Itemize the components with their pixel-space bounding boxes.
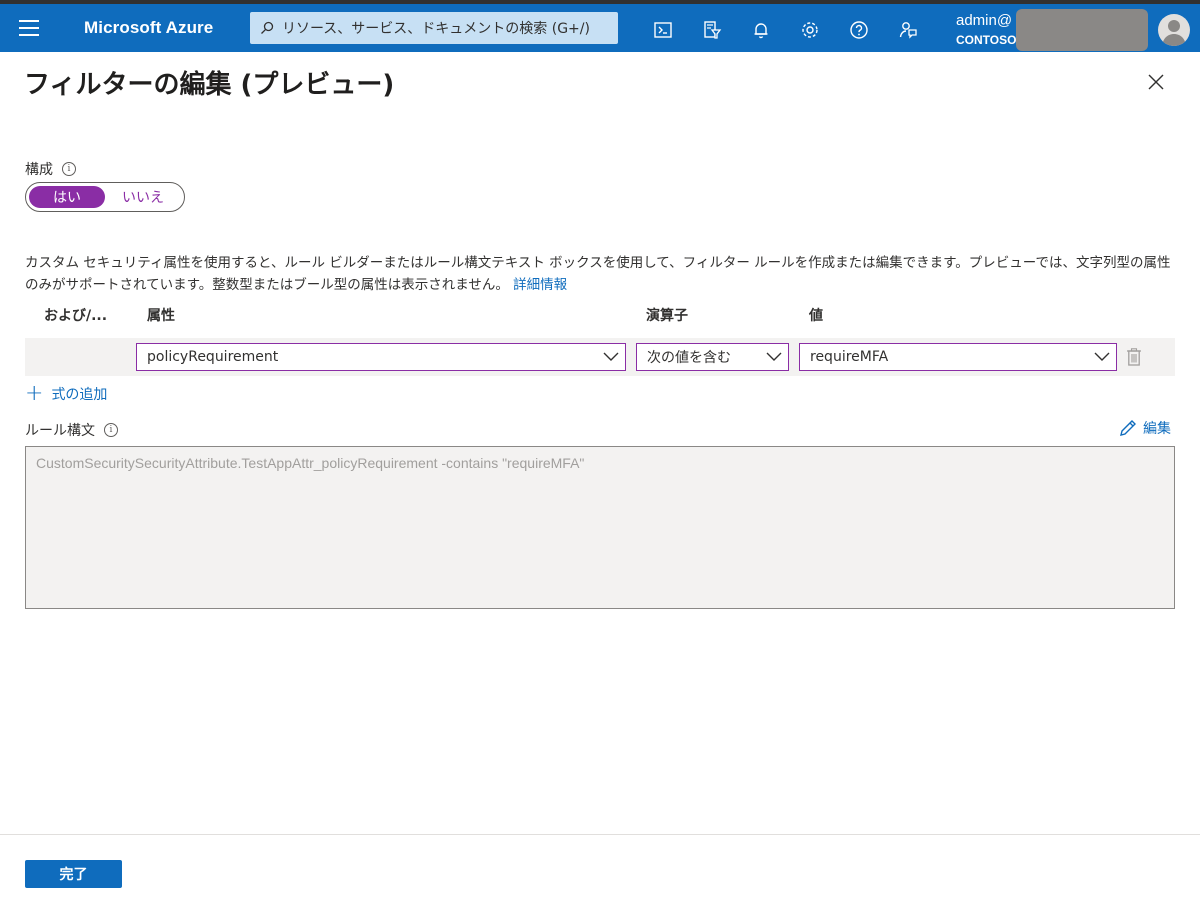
column-header-operator: 演算子 (646, 308, 688, 324)
add-expression-button[interactable]: + 式の追加 (25, 381, 108, 406)
rule-syntax-textbox[interactable]: CustomSecuritySecurityAttribute.TestAppA… (25, 446, 1175, 609)
pencil-icon (1120, 420, 1136, 436)
rule-syntax-text: CustomSecuritySecurityAttribute.TestAppA… (36, 455, 585, 471)
settings-icon[interactable] (792, 12, 828, 48)
chevron-down-icon (597, 352, 625, 362)
menu-icon[interactable] (14, 17, 44, 39)
attribute-dropdown[interactable]: policyRequirement (136, 343, 626, 371)
operator-value: 次の値を含む (647, 350, 731, 366)
configure-label: 構成 (25, 162, 53, 178)
close-button[interactable] (1144, 70, 1168, 94)
delete-rule-button[interactable] (1124, 346, 1144, 368)
description-text: カスタム セキュリティ属性を使用すると、ルール ビルダーまたはルール構文テキスト… (25, 252, 1180, 296)
info-icon[interactable]: i (62, 162, 76, 176)
user-avatar-icon (1162, 20, 1186, 46)
edit-label: 編集 (1143, 421, 1171, 437)
search-placeholder: リソース、サービス、ドキュメントの検索 (G+/) (282, 21, 590, 37)
account-info[interactable]: admin@ CONTOSO (956, 12, 1016, 48)
toggle-no[interactable]: いいえ (105, 186, 181, 208)
brand-title[interactable]: Microsoft Azure (84, 18, 213, 38)
directory-filter-icon[interactable] (694, 12, 730, 48)
rule-syntax-label-row: ルール構文 i (25, 420, 118, 440)
edit-syntax-button[interactable]: 編集 (1119, 418, 1171, 438)
plus-icon: + (25, 381, 44, 406)
avatar[interactable] (1158, 14, 1190, 46)
help-icon[interactable] (841, 12, 877, 48)
redacted-region (1016, 9, 1148, 51)
account-tenant: CONTOSO (956, 33, 1017, 47)
page-title: フィルターの編集 (プレビュー) (24, 70, 395, 100)
configure-label-row: 構成 i (25, 159, 76, 179)
configure-toggle[interactable]: はい いいえ (25, 182, 185, 212)
search-box[interactable]: リソース、サービス、ドキュメントの検索 (G+/) (250, 12, 618, 44)
chevron-down-icon (760, 352, 788, 362)
search-icon (261, 21, 274, 34)
attribute-value: policyRequirement (147, 349, 279, 365)
learn-more-link[interactable]: 詳細情報 (513, 277, 567, 293)
notifications-icon[interactable] (743, 12, 779, 48)
column-header-attribute: 属性 (147, 308, 175, 324)
done-button[interactable]: 完了 (25, 860, 122, 888)
chevron-down-icon (1088, 352, 1116, 362)
trash-icon (1127, 348, 1141, 366)
toggle-yes[interactable]: はい (29, 186, 105, 208)
footer-divider (0, 834, 1200, 835)
value-value: requireMFA (810, 349, 889, 365)
close-icon (1148, 74, 1164, 90)
value-dropdown[interactable]: requireMFA (799, 343, 1117, 371)
rule-syntax-label: ルール構文 (25, 423, 95, 439)
column-header-andor: および/... (44, 308, 108, 324)
add-expression-label: 式の追加 (51, 387, 108, 403)
cloud-shell-icon[interactable] (645, 12, 681, 48)
feedback-icon[interactable] (890, 12, 926, 48)
column-header-value: 値 (809, 308, 823, 324)
info-icon[interactable]: i (104, 423, 118, 437)
description-body: カスタム セキュリティ属性を使用すると、ルール ビルダーまたはルール構文テキスト… (25, 255, 1171, 293)
operator-dropdown[interactable]: 次の値を含む (636, 343, 789, 371)
account-name: admin@ (956, 12, 1013, 29)
top-nav-bar: Microsoft Azure リソース、サービス、ドキュメントの検索 (G+/… (0, 0, 1200, 52)
